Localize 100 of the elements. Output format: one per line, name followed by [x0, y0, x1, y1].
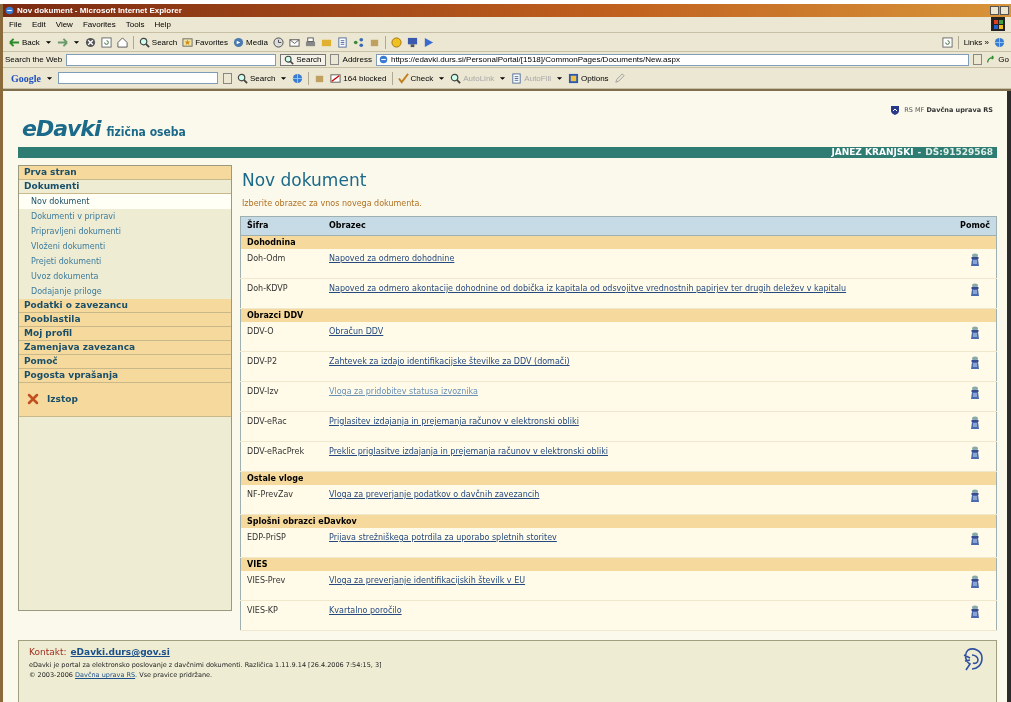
caret-icon[interactable] [556, 75, 564, 81]
form-link[interactable]: Zahtevek za izdajo identifikacijske številke za DDV (domači) [329, 357, 570, 366]
caret-icon[interactable] [72, 39, 80, 45]
go-arrow-icon [986, 54, 997, 65]
popup-blocker-button[interactable]: 164 blocked [330, 72, 387, 84]
user-name: JANEZ KRANJSKI [831, 147, 914, 158]
help-icon[interactable] [970, 575, 981, 588]
home-icon[interactable] [116, 36, 128, 48]
menu-item[interactable]: File [9, 20, 22, 29]
menu-item[interactable]: Tools [125, 20, 145, 29]
search-icon [284, 54, 295, 65]
help-icon[interactable] [970, 253, 981, 266]
form-link[interactable]: Prijava strežniškega potrdila za uporabo spletnih storitev [329, 533, 557, 542]
close-icon [27, 393, 39, 406]
instruction-text: Izberite obrazec za vnos novega dokumenta. [242, 199, 423, 208]
monitor-icon[interactable] [406, 36, 418, 48]
table-cell: Doh-Odm [240, 249, 323, 279]
browser-icon [5, 5, 14, 15]
google-search-field[interactable] [58, 72, 218, 85]
form-link[interactable]: Priglasitev izdajanja in prejemanja računov v elektronski obliki [329, 417, 579, 426]
separator-text: - [917, 147, 922, 158]
menu-item[interactable]: Edit [31, 20, 46, 29]
help-icon[interactable] [970, 446, 981, 459]
mail-icon[interactable] [288, 36, 300, 48]
play-icon[interactable] [422, 36, 434, 48]
menu-item[interactable]: Help [154, 20, 171, 29]
maximize-button[interactable] [1000, 5, 1009, 15]
table-cell: NF-PrevZav [240, 485, 323, 515]
popup-blocker-icon [330, 72, 342, 84]
windows-logo-icon [991, 17, 1005, 32]
google-search-button[interactable]: Search [237, 72, 276, 84]
google-logo[interactable]: Google [11, 72, 41, 84]
help-icon[interactable] [970, 326, 981, 339]
spellcheck-button[interactable]: Check [397, 72, 434, 84]
options-button[interactable]: Options [568, 72, 609, 84]
share-icon[interactable] [352, 36, 364, 48]
address-field[interactable]: https://edavki.durs.si/PersonalPortal/[1518]/CommonPages/Documents/New.aspx [375, 53, 970, 66]
minimize-button[interactable] [990, 5, 999, 15]
column-header: Obrazec [323, 216, 955, 236]
form-link[interactable]: Obračun DDV [329, 327, 384, 336]
table-cell: DDV-Izv [240, 381, 323, 412]
dropdown-button[interactable] [329, 54, 339, 66]
dropdown-button[interactable] [223, 72, 232, 84]
logout-button[interactable]: Izstop [19, 383, 231, 417]
caret-icon[interactable] [438, 75, 446, 81]
search-button[interactable]: Search [138, 36, 178, 48]
caret-icon[interactable] [46, 75, 53, 81]
help-icon[interactable] [970, 489, 981, 502]
media-icon [233, 36, 245, 48]
table-cell: DDV-P2 [240, 351, 323, 382]
history-icon[interactable] [272, 36, 284, 48]
print-icon[interactable] [304, 36, 316, 48]
globe-icon[interactable] [292, 72, 304, 84]
nav-item[interactable]: Prva stran [19, 166, 231, 180]
table-cell: Doh-KDVP [240, 278, 323, 309]
web-search-button[interactable]: Search [280, 53, 326, 66]
menu-item[interactable]: View [55, 20, 73, 29]
refresh-icon[interactable] [100, 36, 112, 48]
form-link[interactable]: Kvartalno poročilo [329, 606, 402, 615]
globe-icon[interactable] [994, 36, 1005, 48]
email-link[interactable]: eDavki.durs@gov.si [70, 647, 170, 657]
help-icon[interactable] [970, 532, 981, 545]
favorites-button[interactable]: Favorites [182, 36, 229, 48]
search-icon [450, 72, 462, 84]
contact-label: Kontakt: [29, 647, 67, 657]
doc-icon[interactable] [336, 36, 348, 48]
help-icon[interactable] [970, 416, 981, 429]
dropdown-button[interactable] [973, 54, 983, 66]
help-icon[interactable] [970, 356, 981, 369]
scrollbar[interactable] [1007, 91, 1011, 702]
form-link[interactable]: Vloga za preverjanje identifikacijskih številk v EU [329, 576, 526, 585]
caret-icon[interactable] [499, 75, 507, 81]
site-logo[interactable]: eDavki [22, 116, 101, 141]
search-field[interactable] [66, 53, 277, 66]
caret-icon[interactable] [280, 75, 288, 81]
table-cell: DDV-eRac [240, 411, 323, 442]
page-title: Nov dokument [242, 170, 368, 190]
window-title: Nov dokument - Microsoft Internet Explorer [17, 5, 183, 15]
caret-icon[interactable] [44, 39, 52, 45]
google-search-icon [237, 72, 248, 84]
media-button[interactable]: Media [233, 36, 268, 48]
address-label: Address [342, 55, 372, 65]
column-header: Šifra [240, 216, 323, 236]
back-button[interactable]: Back [9, 36, 40, 48]
help-icon[interactable] [970, 605, 981, 618]
menu-item[interactable]: Favorites [82, 20, 116, 29]
form-link[interactable]: Preklic priglasitve izdajanja in prejemanja računov v elektronski obliki [329, 447, 608, 456]
form-link[interactable]: Napoved za odmero akontacije dohodnine od dobička iz kapitala od odsvojitve vrednostnih papirjev ter drugih deležev v kapitalu [329, 284, 847, 293]
help-icon[interactable] [970, 386, 981, 399]
links-button[interactable]: Links » [963, 37, 989, 47]
search-icon [138, 36, 150, 48]
forward-arrow-icon[interactable] [56, 36, 68, 48]
form-link[interactable]: Napoved za odmero dohodnine [329, 254, 455, 263]
crest-icon [890, 105, 901, 116]
tax-id: DŠ:91529568 [925, 147, 993, 158]
table-cell: VIES-Prev [240, 571, 323, 601]
stop-icon[interactable] [84, 36, 96, 48]
form-link[interactable]: Vloga za preverjanje podatkov o davčnih zavezancih [329, 490, 540, 499]
help-icon[interactable] [970, 283, 981, 296]
go-button[interactable]: Go [986, 54, 1009, 65]
